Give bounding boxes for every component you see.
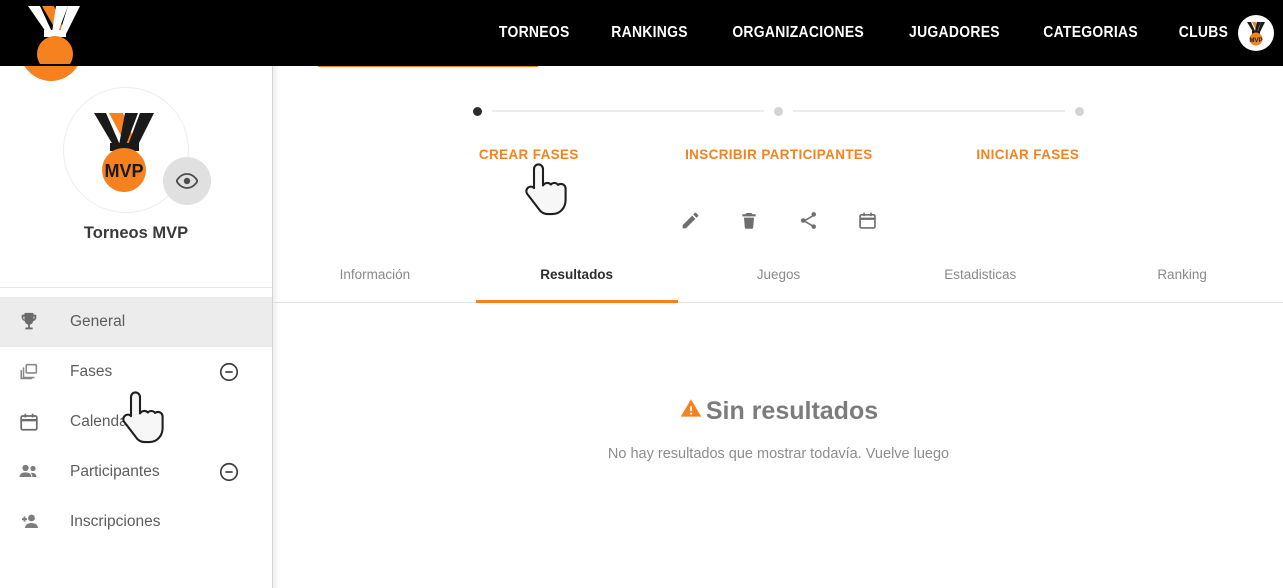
avatar[interactable]: MVP (1238, 15, 1274, 51)
eye-icon[interactable] (163, 157, 211, 205)
profile-name: Torneos MVP (83, 224, 189, 242)
sidebar: MVP MVP Torneos MVP (0, 19, 280, 588)
profile-avatar-wrapper: MVP (63, 87, 211, 213)
empty-state: Sin resultados No hay resultados que mos… (274, 396, 1283, 462)
nav-link-jugadores[interactable]: JUGADORES (909, 24, 1000, 42)
profile-section: MVP MVP Torneos MVP (0, 19, 272, 288)
sidebar-item-general[interactable]: General (0, 297, 272, 347)
action-toolbar (274, 206, 1283, 240)
tab-informacion[interactable]: Información (274, 258, 476, 302)
content-tabs: Información Resultados Juegos Estadistic… (274, 258, 1283, 303)
tab-ranking[interactable]: Ranking (1081, 258, 1283, 302)
layers-icon (12, 361, 46, 383)
delete-button[interactable] (732, 206, 766, 240)
sidebar-item-calendario[interactable]: Calendario (0, 397, 272, 447)
sidebar-item-fases[interactable]: Fases (0, 347, 272, 397)
top-nav-links: TORNEOS RANKINGS ORGANIZACIONES JUGADORE… (495, 0, 1231, 66)
calendar-icon (12, 411, 46, 433)
user-avatar-medal-icon: MVP (1247, 22, 1265, 46)
calendar-button[interactable] (850, 206, 884, 240)
step-dot-3[interactable] (1075, 106, 1084, 116)
nav-link-rankings[interactable]: RANKINGS (611, 24, 688, 42)
empty-state-title-row: Sin resultados (274, 396, 1283, 427)
sidebar-item-label: Calendario (70, 413, 145, 430)
sidebar-item-label: Fases (70, 363, 113, 380)
calendar-icon (857, 210, 878, 236)
step-label-inscribir-participantes[interactable]: INSCRIBIR PARTICIPANTES (659, 146, 899, 162)
trash-icon (739, 210, 759, 236)
page-title: Sin resultados (705, 397, 879, 425)
nav-link-clubs[interactable]: CLUBS (1179, 24, 1228, 42)
stepper-track (473, 104, 1084, 118)
sidebar-item-label: General (70, 313, 126, 330)
tab-estadisticas[interactable]: Estadisticas (879, 258, 1081, 302)
stepper-labels: CREAR FASES INSCRIBIR PARTICIPANTES INIC… (274, 146, 1283, 162)
people-icon (12, 460, 46, 484)
trophy-icon (12, 311, 46, 333)
medal-logo-icon: MVP (94, 113, 154, 192)
step-line-1 (492, 110, 764, 112)
minus-circle-icon[interactable] (218, 461, 240, 483)
main-content: CREAR FASES INSCRIBIR PARTICIPANTES INIC… (274, 66, 1283, 588)
step-line-2 (793, 110, 1065, 112)
step-label-crear-fases[interactable]: CREAR FASES (409, 146, 649, 162)
sidebar-item-participantes[interactable]: Participantes (0, 447, 272, 497)
step-dot-2[interactable] (774, 106, 783, 116)
warning-triangle-icon (679, 396, 703, 427)
edit-button[interactable] (673, 206, 707, 240)
share-button[interactable] (791, 206, 825, 240)
top-tab-indicator (318, 66, 538, 67)
svg-text:MVP: MVP (104, 161, 143, 181)
sidebar-item-label: Inscripciones (70, 513, 161, 530)
person-add-icon (12, 510, 46, 534)
sidebar-item-label: Participantes (70, 463, 160, 480)
nav-link-torneos[interactable]: TORNEOS (499, 24, 570, 42)
tab-juegos[interactable]: Juegos (678, 258, 880, 302)
share-icon (798, 210, 819, 236)
nav-link-categorias[interactable]: CATEGORIAS (1043, 24, 1138, 42)
top-navigation-bar: TORNEOS RANKINGS ORGANIZACIONES JUGADORE… (0, 0, 1283, 72)
step-dot-1[interactable] (473, 106, 482, 116)
nav-link-organizaciones[interactable]: ORGANIZACIONES (732, 24, 864, 42)
sidebar-item-inscripciones[interactable]: Inscripciones (0, 497, 272, 547)
pencil-icon (680, 210, 701, 236)
step-label-iniciar-fases[interactable]: INICIAR FASES (908, 146, 1148, 162)
progress-stepper: CREAR FASES INSCRIBIR PARTICIPANTES INIC… (274, 104, 1283, 162)
empty-state-subtitle: No hay resultados que mostrar todavía. V… (607, 446, 950, 462)
svg-text:MVP: MVP (1249, 38, 1262, 44)
brand-logo-icon[interactable] (22, 2, 92, 72)
tab-resultados[interactable]: Resultados (475, 258, 678, 303)
sidebar-menu: General Fases Calendario Participantes I… (0, 288, 272, 547)
minus-circle-icon[interactable] (218, 361, 240, 383)
